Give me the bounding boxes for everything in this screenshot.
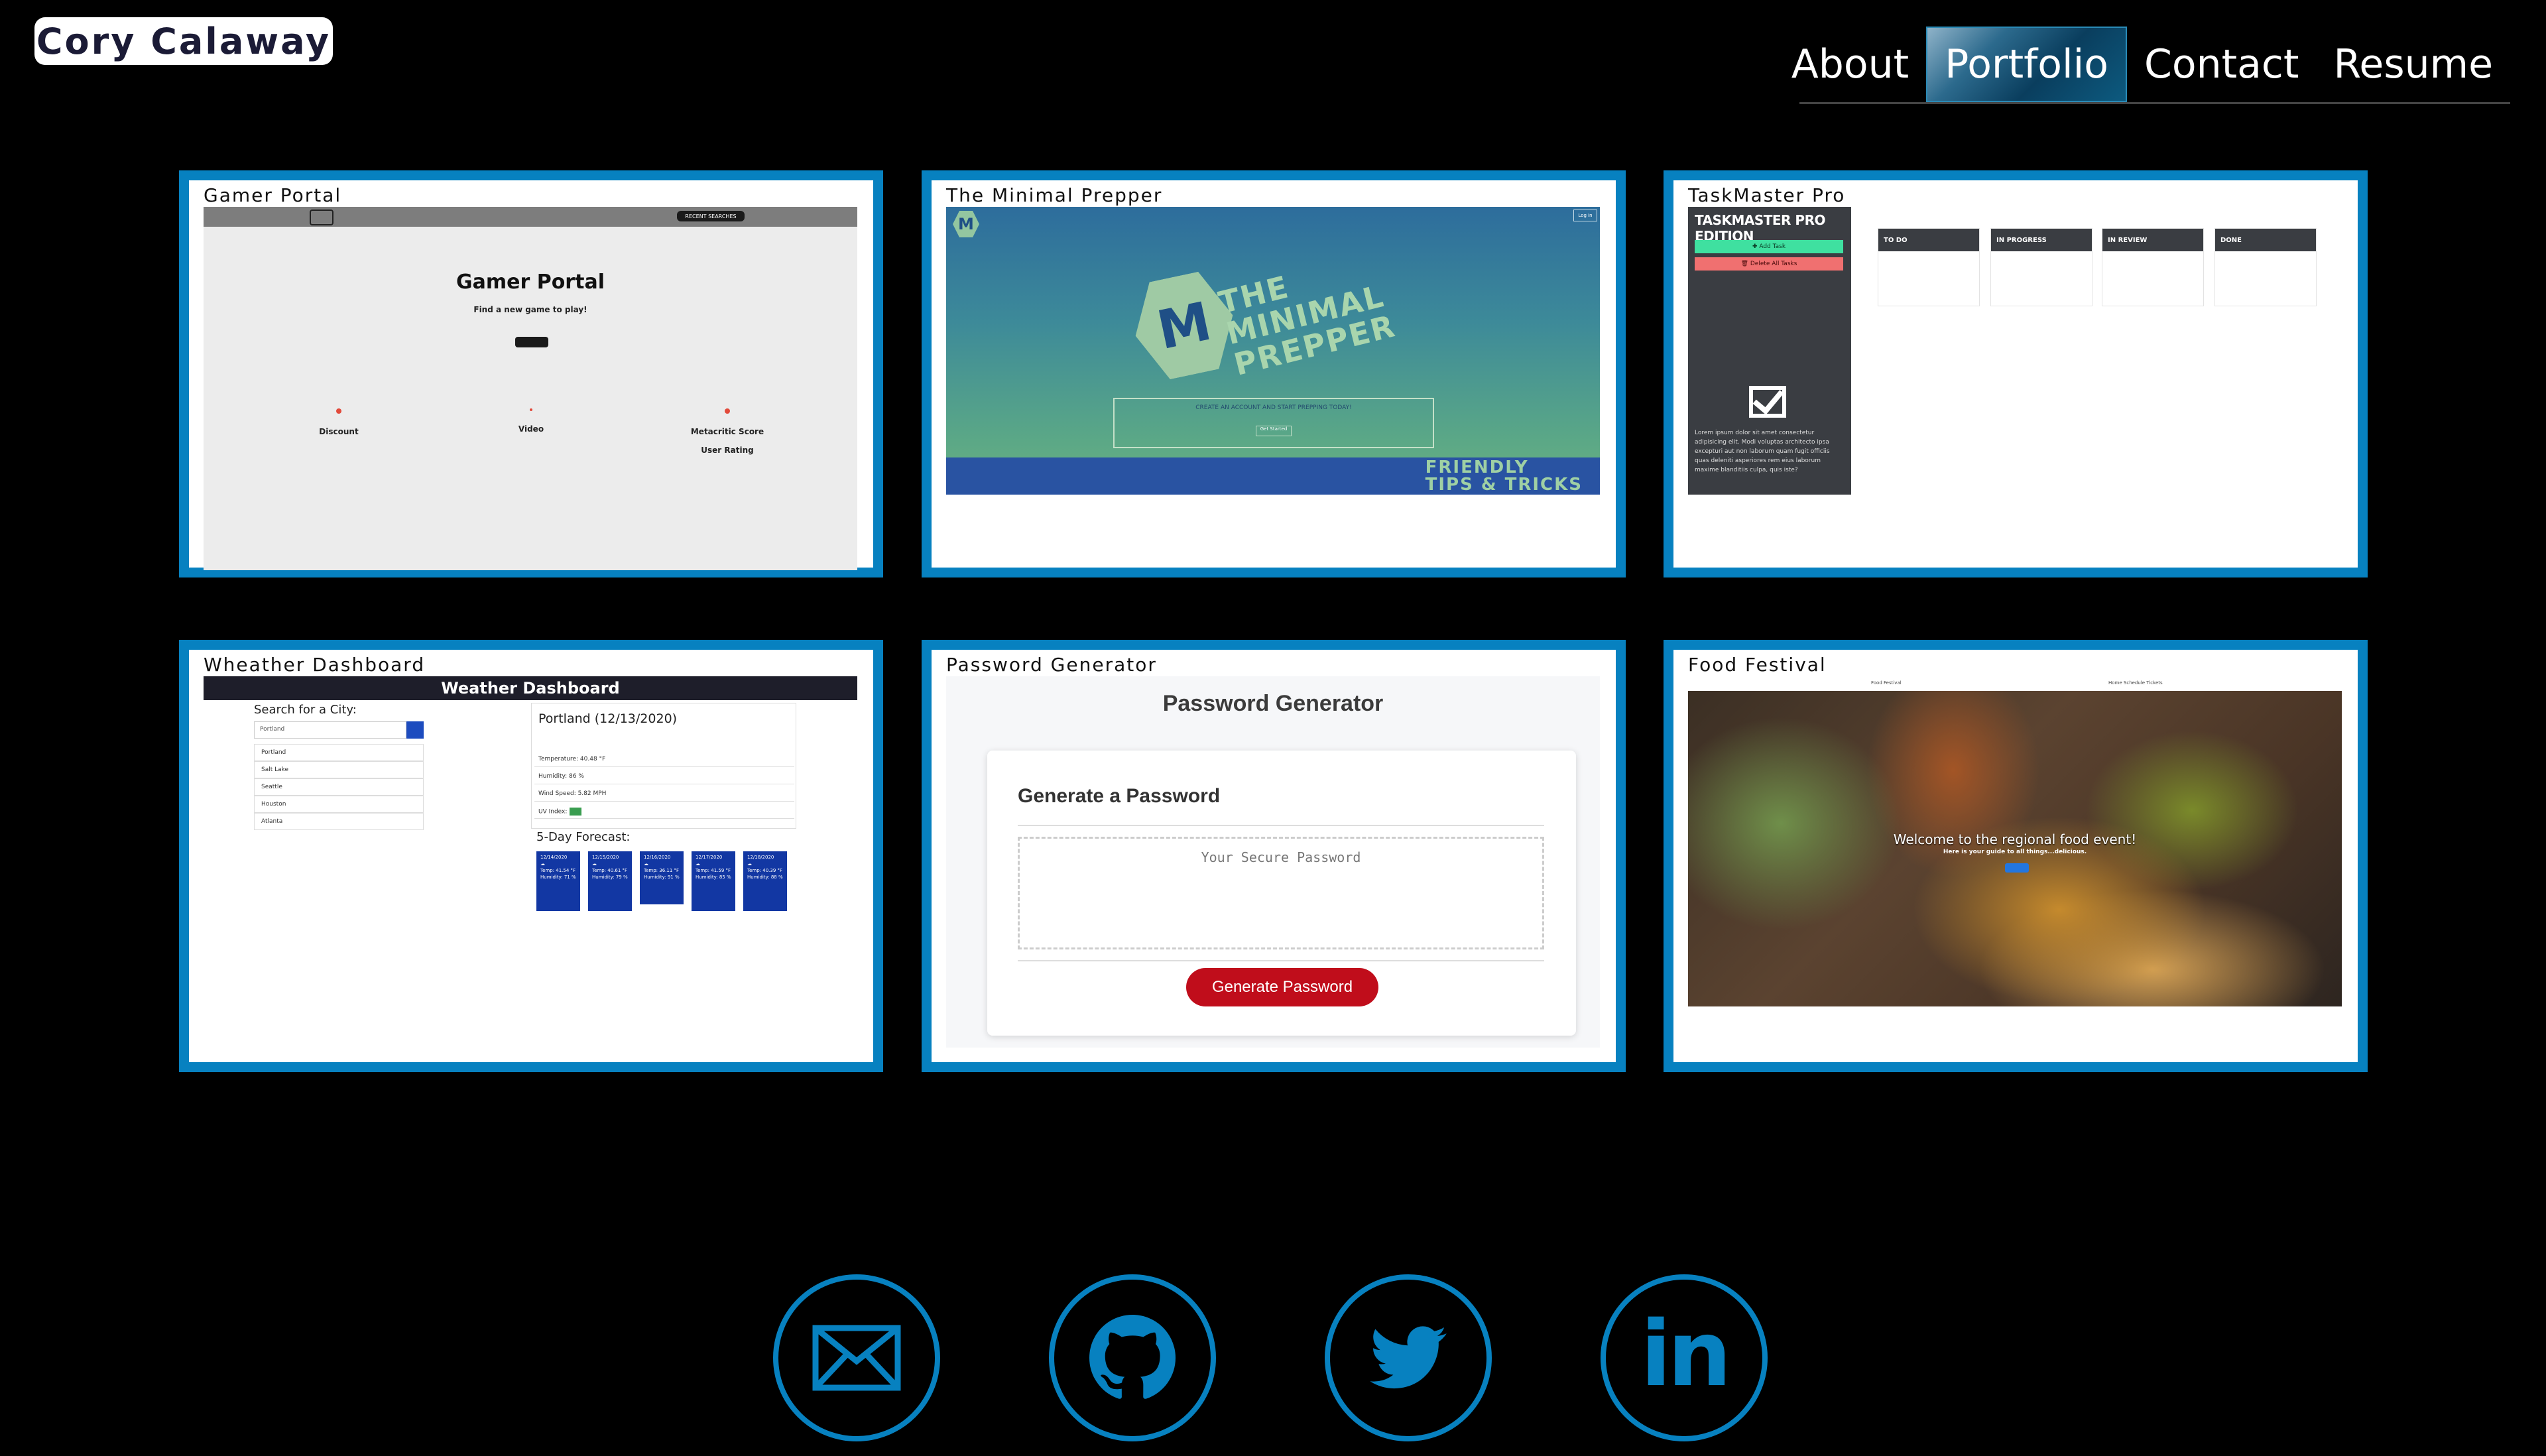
uv-badge — [570, 808, 582, 816]
email-link[interactable] — [773, 1274, 940, 1441]
city-item: Portland — [254, 744, 424, 761]
festival-hero-image: Welcome to the regional food event! Here… — [1688, 691, 2342, 1006]
screenshot-heading: Gamer Portal — [456, 271, 605, 294]
nav-resume[interactable]: Resume — [2316, 27, 2510, 102]
linkedin-link[interactable]: in — [1601, 1274, 1768, 1441]
project-screenshot[interactable]: Food Festival Home Schedule Tickets Welc… — [1688, 676, 2342, 1048]
recent-searches-badge: RECENT SEARCHES — [677, 211, 745, 221]
feature-video: Video — [465, 408, 597, 434]
city-item: Seattle — [254, 778, 424, 796]
city-item: Salt Lake — [254, 761, 424, 778]
github-link[interactable] — [1049, 1274, 1216, 1441]
main-nav: About Portfolio Contact Resume — [1791, 27, 2510, 104]
feature-discount: Discount — [273, 408, 405, 436]
project-title: TaskMaster Pro — [1688, 184, 1846, 206]
project-title: Gamer Portal — [204, 184, 342, 206]
project-title: Password Generator — [946, 654, 1157, 676]
github-icon — [1089, 1315, 1176, 1399]
project-card-weather-dashboard[interactable]: Wheather Dashboard Weather Dashboard Sea… — [179, 640, 883, 1072]
brand-logo[interactable]: Cory Calaway — [34, 17, 333, 65]
project-screenshot[interactable]: M Log in M THE MINIMAL PREPPER CREATE AN… — [946, 207, 1600, 495]
screenshot-button — [515, 337, 548, 347]
nav-contact[interactable]: Contact — [2127, 27, 2316, 102]
add-task-button: ✚ Add Task — [1695, 240, 1843, 253]
project-card-taskmaster[interactable]: TaskMaster Pro TASKMASTER PRO EDITION ✚ … — [1664, 170, 2368, 577]
linkedin-icon: in — [1640, 1302, 1731, 1407]
prepper-title: THE MINIMAL PREPPER — [1215, 269, 1400, 383]
festival-nav: Food Festival Home Schedule Tickets — [1688, 676, 2342, 691]
login-button: Log in — [1573, 210, 1597, 221]
forecast-card: 12/17/2020 ☁ Temp: 41.59 °F Humidity: 85 % — [692, 851, 735, 911]
city-item: Atlanta — [254, 813, 424, 830]
column-in-review: IN REVIEW — [2102, 228, 2204, 306]
project-screenshot[interactable]: Weather Dashboard Search for a City: Por… — [204, 676, 857, 1048]
forecast-card: 12/15/2020 ☁ Temp: 40.61 °F Humidity: 79 % — [588, 851, 632, 911]
forecast-card: 12/16/2020 ☁ Temp: 36.11 °F Humidity: 91 % — [640, 851, 684, 904]
search-icon — [406, 721, 424, 739]
twitter-link[interactable] — [1325, 1274, 1492, 1441]
project-screenshot[interactable]: RECENT SEARCHES Gamer Portal Find a new … — [204, 207, 857, 570]
city-item: Houston — [254, 796, 424, 813]
project-card-password-generator[interactable]: Password Generator Password Generator Ge… — [922, 640, 1626, 1072]
forecast-card: 12/18/2020 ☁ Temp: 40.39 °F Humidity: 88 % — [743, 851, 787, 911]
nav-portfolio[interactable]: Portfolio — [1926, 27, 2127, 102]
generate-password-button: Generate Password — [1186, 968, 1378, 1006]
forecast-card: 12/14/2020 ☁ Temp: 41.54 °F Humidity: 71 % — [536, 851, 580, 911]
prepper-tips: FRIENDLY TIPS & TRICKS — [1425, 457, 1583, 495]
screenshot-subtitle: Find a new game to play! — [473, 305, 587, 314]
column-done: DONE — [2214, 228, 2317, 306]
twitter-icon — [1370, 1326, 1447, 1389]
prepper-logo-icon: M — [953, 211, 979, 237]
project-card-minimal-prepper[interactable]: The Minimal Prepper M Log in M THE MINIM… — [922, 170, 1626, 577]
taskmaster-sidebar: TASKMASTER PRO EDITION ✚ Add Task 🗑 Dele… — [1688, 207, 1851, 495]
checkbox-icon — [1749, 386, 1786, 418]
project-title: The Minimal Prepper — [946, 184, 1163, 206]
project-screenshot[interactable]: Password Generator Generate a Password Y… — [946, 676, 1600, 1048]
project-card-food-festival[interactable]: Food Festival Food Festival Home Schedul… — [1664, 640, 2368, 1072]
password-card: Generate a Password Your Secure Password… — [987, 751, 1576, 1036]
envelope-icon — [812, 1325, 901, 1391]
signup-box: CREATE AN ACCOUNT AND START PREPPING TOD… — [1113, 398, 1434, 448]
column-in-progress: IN PROGRESS — [1990, 228, 2092, 306]
project-title: Food Festival — [1688, 654, 1827, 676]
current-weather: Portland (12/13/2020) Temperature: 40.48… — [531, 703, 796, 829]
feature-score: Metacritic Score User Rating — [661, 408, 794, 455]
controller-icon — [310, 210, 333, 225]
column-todo: TO DO — [1878, 228, 1980, 306]
project-screenshot[interactable]: TASKMASTER PRO EDITION ✚ Add Task 🗑 Dele… — [1688, 207, 2342, 518]
project-card-gamer-portal[interactable]: Gamer Portal RECENT SEARCHES Gamer Porta… — [179, 170, 883, 577]
password-textarea: Your Secure Password — [1018, 837, 1544, 949]
city-search-input: Portland — [254, 721, 406, 739]
festival-cta-button — [2005, 863, 2029, 873]
project-title: Wheather Dashboard — [204, 654, 426, 676]
nav-about[interactable]: About — [1774, 27, 1926, 102]
delete-tasks-button: 🗑 Delete All Tasks — [1695, 257, 1843, 271]
